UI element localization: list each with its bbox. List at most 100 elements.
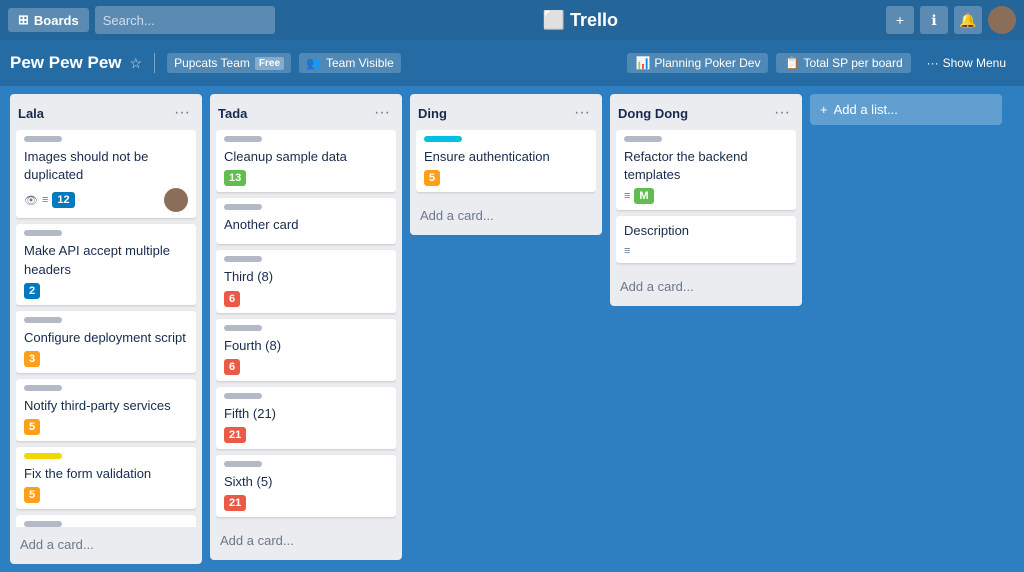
add-button[interactable]: + — [886, 6, 914, 34]
card-label-bar — [24, 317, 62, 323]
card-icons: ≡ — [624, 245, 630, 257]
card-label-bar — [224, 256, 262, 262]
card[interactable]: Fix the form validation 5 — [16, 447, 196, 509]
card[interactable]: Make API accept multiple headers 2 — [16, 224, 196, 304]
card-title: Third (8) — [224, 268, 388, 286]
card-title: Another card — [224, 216, 388, 234]
card-badge: 12 — [52, 192, 74, 208]
add-list-button[interactable]: +Add a list... — [810, 94, 1002, 125]
card-badge: 5 — [24, 487, 40, 503]
list-title: Lala — [18, 106, 44, 121]
card-icons: 👁≡ — [24, 194, 48, 207]
list-ding: Ding···Ensure authentication5 Add a card.… — [410, 94, 602, 235]
card-title: Images should not be duplicated — [24, 148, 188, 184]
grid-icon: ⊞ — [18, 12, 29, 28]
free-badge: Free — [255, 57, 284, 70]
list-menu-button[interactable]: ··· — [570, 104, 594, 122]
card-badge: 21 — [224, 427, 246, 443]
eye-icon: 👥 — [306, 56, 321, 70]
list-cards: Ensure authentication5 — [416, 130, 596, 198]
list-header: Lala ··· — [16, 100, 196, 130]
card-footer: ≡M — [624, 188, 788, 204]
add-card-button[interactable]: Add a card... — [216, 527, 396, 554]
card[interactable]: Ensure authentication5 — [416, 130, 596, 192]
card[interactable]: Images should not be duplicated👁≡12 — [16, 130, 196, 218]
board-title: Pew Pew Pew — [10, 53, 122, 73]
board-header-right: 📊 Planning Poker Dev 📋 Total SP per boar… — [627, 53, 1014, 73]
list-title: Tada — [218, 106, 247, 121]
card[interactable]: Refactor the backend templates≡M — [616, 130, 796, 210]
list-header: Tada ··· — [216, 100, 396, 130]
card-label-bar — [224, 325, 262, 331]
card-label-bar — [224, 461, 262, 467]
card-footer: 👁≡12 — [24, 188, 188, 212]
card-footer: 21 — [224, 427, 388, 443]
card-label-bar — [424, 136, 462, 142]
info-button[interactable]: ℹ — [920, 6, 948, 34]
card-title: Sixth (5) — [224, 473, 388, 491]
card-footer: 21 — [224, 495, 388, 511]
description-icon: ≡ — [42, 194, 48, 206]
card-label-bar — [24, 385, 62, 391]
card-title: Fix the form validation — [24, 465, 188, 483]
card[interactable]: Description≡ — [616, 216, 796, 262]
card-badge: 3 — [24, 351, 40, 367]
list-menu-button[interactable]: ··· — [770, 104, 794, 122]
chart-icon: 📊 — [635, 56, 650, 70]
search-input[interactable] — [95, 6, 275, 34]
add-card-button[interactable]: Add a card... — [416, 202, 596, 229]
card[interactable]: Another card — [216, 198, 396, 244]
list-cards: Refactor the backend templates≡M Descript… — [616, 130, 796, 269]
top-nav: ⊞ Boards ⬜ Trello + ℹ 🔔 — [0, 0, 1024, 40]
list-menu-button[interactable]: ··· — [370, 104, 394, 122]
add-card-button[interactable]: Add a card... — [16, 531, 196, 558]
card[interactable]: Sixth (5) 21 — [216, 455, 396, 517]
nav-right: + ℹ 🔔 — [886, 6, 1016, 34]
list-cards: Images should not be duplicated👁≡12Make … — [16, 130, 196, 527]
add-card-button[interactable]: Add a card... — [616, 273, 796, 300]
star-icon[interactable]: ☆ — [130, 55, 143, 72]
card[interactable]: Cleanup sample data13 — [216, 130, 396, 192]
list-cards: Cleanup sample data13 Another card Third (… — [216, 130, 396, 523]
card-footer: ≡ — [624, 245, 788, 257]
card-label-bar — [224, 136, 262, 142]
divider — [154, 53, 155, 73]
list-header: Ding··· — [416, 100, 596, 130]
card-footer: 6 — [224, 359, 388, 375]
team-label: Pupcats Team — [174, 56, 250, 70]
card-footer: 5 — [424, 170, 588, 186]
card-avatar — [164, 188, 188, 212]
visible-badge[interactable]: 👥 Team Visible — [299, 53, 401, 73]
notification-button[interactable]: 🔔 — [954, 6, 982, 34]
user-avatar[interactable] — [988, 6, 1016, 34]
planning-poker-link[interactable]: 📊 Planning Poker Dev — [627, 53, 768, 73]
card-badge: 13 — [224, 170, 246, 186]
total-sp-link[interactable]: 📋 Total SP per board — [776, 53, 910, 73]
card-footer: 5 — [24, 419, 188, 435]
card[interactable]: Notify third-party services 5 — [16, 379, 196, 441]
team-badge[interactable]: Pupcats Team Free — [167, 53, 291, 73]
card[interactable]: Fourth (8) 6 — [216, 319, 396, 381]
card-badge: 5 — [24, 419, 40, 435]
card-footer: 13 — [224, 170, 388, 186]
description-icon: ≡ — [624, 245, 630, 257]
card-title: Make API accept multiple headers — [24, 242, 188, 278]
card[interactable]: Configure deployment script 3 — [16, 311, 196, 373]
card-footer: 5 — [24, 487, 188, 503]
card-title: Configure deployment script — [24, 329, 188, 347]
list-header: Dong Dong ··· — [616, 100, 796, 130]
card-title: Fourth (8) — [224, 337, 388, 355]
show-menu-button[interactable]: ··· Show Menu — [919, 53, 1014, 73]
list-menu-button[interactable]: ··· — [170, 104, 194, 122]
card-label-bar — [624, 136, 662, 142]
card-footer: 2 — [24, 283, 188, 299]
list-title: Dong Dong — [618, 106, 688, 121]
card-title: Notify third-party services — [24, 397, 188, 415]
card[interactable]: Update documentation13 — [16, 515, 196, 527]
list-tada: Tada ··· Cleanup sample data13 Another card… — [210, 94, 402, 560]
eye-icon: 👁 — [24, 194, 38, 207]
boards-button[interactable]: ⊞ Boards — [8, 8, 89, 32]
card[interactable]: Third (8)6 — [216, 250, 396, 312]
card[interactable]: Fifth (21)21 — [216, 387, 396, 449]
card-icons: ≡ — [624, 190, 630, 202]
